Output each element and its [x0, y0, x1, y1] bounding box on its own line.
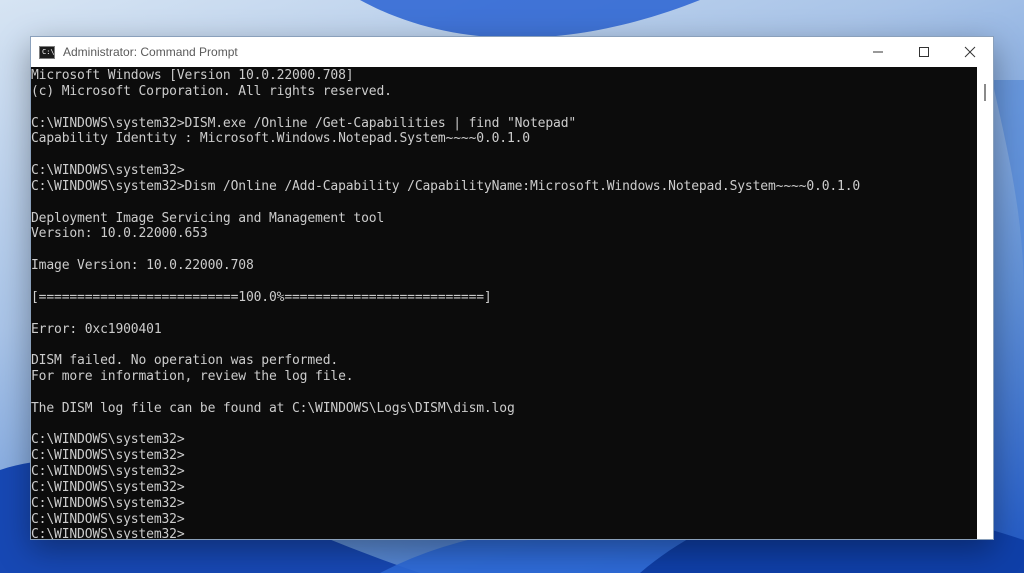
- console-line: (c) Microsoft Corporation. All rights re…: [31, 83, 392, 99]
- window-title: Administrator: Command Prompt: [63, 45, 238, 59]
- console-line: C:\WINDOWS\system32>: [31, 163, 185, 179]
- console-line: DISM failed. No operation was performed.: [31, 353, 339, 369]
- console-output[interactable]: Microsoft Windows [Version 10.0.22000.70…: [31, 67, 977, 539]
- console-line: C:\WINDOWS\system32>: [31, 432, 185, 448]
- console-line: Error: 0xc1900401: [31, 321, 162, 337]
- console-line: [==========================100.0%=======…: [31, 289, 492, 305]
- console-line: Image Version: 10.0.22000.708: [31, 258, 254, 274]
- console-line: C:\WINDOWS\system32>Dism /Online /Add-Ca…: [31, 178, 861, 194]
- console-line: Deployment Image Servicing and Managemen…: [31, 210, 385, 226]
- vertical-scrollbar[interactable]: [977, 67, 993, 539]
- minimize-button[interactable]: [855, 37, 901, 67]
- scrollbar-thumb[interactable]: [984, 84, 986, 101]
- console-line: C:\WINDOWS\system32>: [31, 511, 185, 527]
- command-prompt-icon: C:\: [39, 45, 55, 59]
- close-icon: [964, 46, 976, 58]
- command-prompt-icon-glyph: C:\: [42, 47, 55, 56]
- maximize-icon: [919, 47, 929, 57]
- console-line: Microsoft Windows [Version 10.0.22000.70…: [31, 68, 354, 83]
- console-line: C:\WINDOWS\system32>: [31, 464, 185, 480]
- console-line: Capability Identity : Microsoft.Windows.…: [31, 131, 530, 147]
- minimize-icon: [873, 51, 883, 53]
- command-prompt-window[interactable]: C:\ Administrator: Command Prompt Micros…: [30, 36, 994, 540]
- console-line: C:\WINDOWS\system32>: [31, 448, 185, 464]
- title-bar[interactable]: C:\ Administrator: Command Prompt: [31, 37, 993, 67]
- console-line: Version: 10.0.22000.653: [31, 226, 208, 242]
- maximize-button[interactable]: [901, 37, 947, 67]
- console-line: C:\WINDOWS\system32>: [31, 479, 185, 495]
- console-line: C:\WINDOWS\system32>: [31, 527, 185, 539]
- console-line: C:\WINDOWS\system32>: [31, 495, 185, 511]
- console-line: C:\WINDOWS\system32>DISM.exe /Online /Ge…: [31, 115, 577, 131]
- close-button[interactable]: [947, 37, 993, 67]
- console-line: For more information, review the log fil…: [31, 369, 354, 385]
- console-line: The DISM log file can be found at C:\WIN…: [31, 400, 515, 416]
